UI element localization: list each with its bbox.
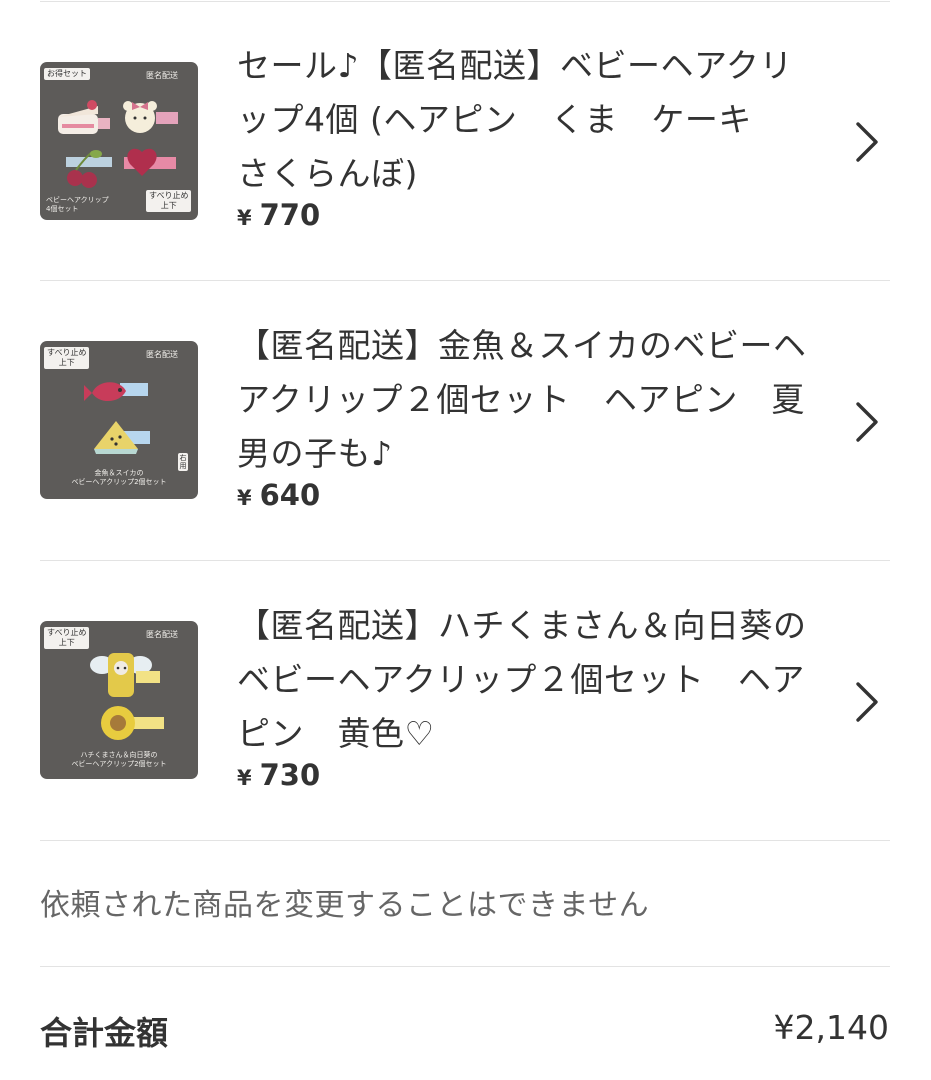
currency-symbol: ¥	[237, 766, 252, 790]
chevron-right-icon	[856, 402, 878, 442]
list-item[interactable]: すべり止め 上下 匿名配送 ハチくまさん＆向日葵の ベビーヘアクリップ2個セット 【…	[0, 562, 931, 840]
thumbnail-caption: ハチくまさん＆向日葵の ベビーヘアクリップ2個セット	[71, 751, 167, 768]
product-title: セール♪【匿名配送】ベビーヘアクリップ4個 (ヘアピン くま ケーキ さくらんぼ…	[237, 46, 793, 193]
chevron-right-icon	[856, 682, 878, 722]
price-value: 770	[259, 198, 321, 232]
thumbnail-tag: 右用	[178, 453, 188, 471]
total-value: ¥2,140	[773, 1008, 889, 1047]
divider	[40, 840, 890, 841]
product-thumbnail: すべり止め 上下 匿名配送 ハチくまさん＆向日葵の ベビーヘアクリップ2個セット	[40, 621, 198, 779]
price-value: 730	[259, 758, 321, 792]
divider	[40, 280, 890, 281]
product-thumbnail: お得セット 匿名配送 ベビーヘアクリップ 4個セット すべり止め 上下	[40, 62, 198, 220]
product-price: ¥640	[237, 478, 320, 512]
product-thumbnail: すべり止め 上下 匿名配送 金魚＆スイカの ベビーヘアクリップ2個セット 右用	[40, 341, 198, 499]
total-label: 合計金額	[40, 1014, 169, 1052]
change-notice: 依頼された商品を変更することはできません	[40, 888, 650, 923]
price-value: 640	[259, 478, 321, 512]
product-title: 【匿名配送】ハチくまさん＆向日葵のベビーヘアクリップ２個セット ヘアピン 黄色♡	[237, 606, 807, 753]
thumbnail-caption: 金魚＆スイカの ベビーヘアクリップ2個セット	[71, 469, 167, 486]
thumbnail-caption: ベビーヘアクリップ 4個セット	[46, 196, 109, 213]
currency-symbol: ¥	[237, 486, 252, 510]
currency-symbol: ¥	[237, 206, 252, 230]
list-item[interactable]: お得セット 匿名配送 ベビーヘアクリップ 4個セット すべり止め 上下 セール♪…	[0, 2, 931, 280]
thumbnail-tag: すべり止め 上下	[146, 190, 192, 212]
list-item[interactable]: すべり止め 上下 匿名配送 金魚＆スイカの ベビーヘアクリップ2個セット 右用 【匿…	[0, 282, 931, 560]
divider	[40, 560, 890, 561]
product-price: ¥730	[237, 758, 320, 792]
divider	[40, 966, 890, 967]
chevron-right-icon	[856, 122, 878, 162]
product-title: 【匿名配送】金魚＆スイカのベビーヘアクリップ２個セット ヘアピン 夏 男の子も♪	[237, 326, 839, 473]
product-price: ¥770	[237, 198, 320, 232]
